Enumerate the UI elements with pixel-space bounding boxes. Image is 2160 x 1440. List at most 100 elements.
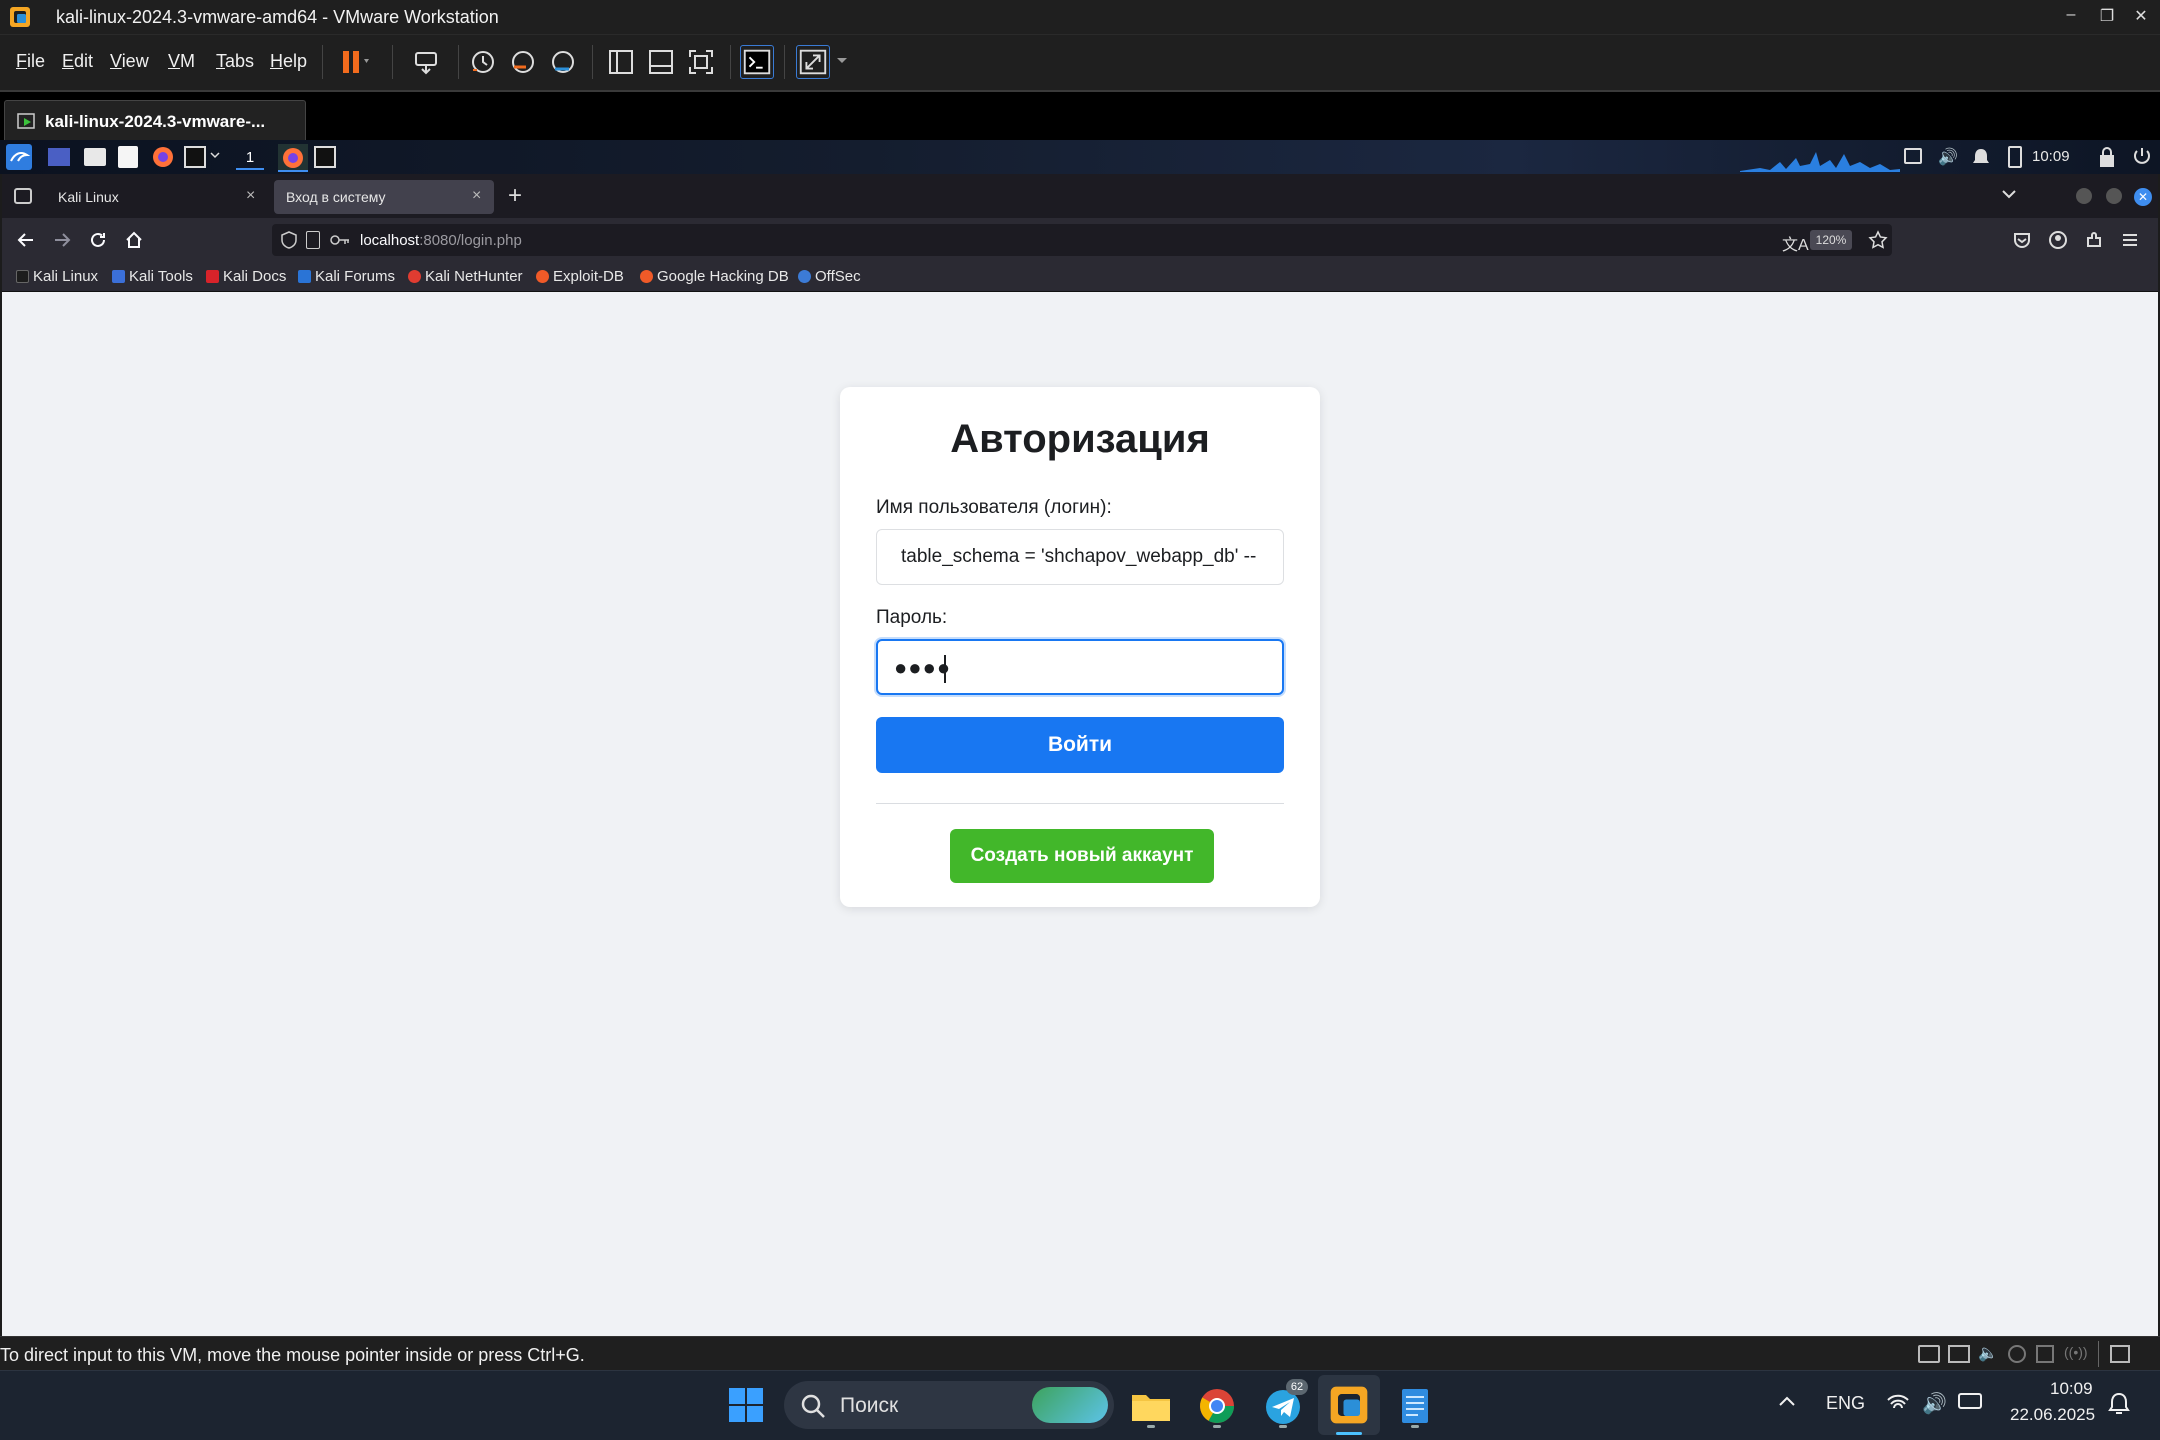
vmware-taskbar-active[interactable] bbox=[1318, 1375, 1380, 1435]
network-adapter-icon[interactable] bbox=[1948, 1345, 1970, 1363]
console-view-icon[interactable] bbox=[740, 45, 774, 79]
cd-dvd-icon[interactable] bbox=[2008, 1345, 2026, 1363]
account-icon[interactable] bbox=[2048, 230, 2068, 250]
maximize-window-button[interactable] bbox=[2106, 188, 2122, 204]
show-library-icon[interactable] bbox=[604, 45, 638, 79]
hard-disk-icon[interactable] bbox=[1918, 1345, 1940, 1363]
chrome-icon[interactable] bbox=[1192, 1381, 1242, 1431]
lock-icon[interactable] bbox=[2098, 146, 2116, 168]
taskbar-time[interactable]: 10:09 bbox=[2050, 1379, 2093, 1399]
menu-file[interactable]: File bbox=[16, 51, 45, 72]
show-hidden-icons-chevron-icon[interactable] bbox=[1778, 1395, 1796, 1407]
notepad-icon[interactable] bbox=[1390, 1381, 1440, 1431]
translate-icon[interactable]: 文A bbox=[1782, 231, 1809, 255]
menu-tabs[interactable]: Tabs bbox=[216, 51, 254, 72]
hamburger-menu-icon[interactable] bbox=[2120, 230, 2140, 250]
taskbar-date[interactable]: 22.06.2025 bbox=[2010, 1405, 2095, 1425]
bookmark-kali-tools[interactable]: Kali Tools bbox=[112, 268, 193, 285]
revert-snapshot-icon[interactable] bbox=[506, 45, 540, 79]
show-desktop-icon[interactable] bbox=[48, 148, 70, 166]
file-manager-icon[interactable] bbox=[84, 148, 106, 166]
back-arrow-icon[interactable] bbox=[16, 230, 36, 250]
kali-menu-icon[interactable] bbox=[6, 144, 32, 170]
display-icon[interactable] bbox=[1904, 148, 1922, 164]
wireless-icon[interactable]: ((•)) bbox=[2064, 1344, 2088, 1360]
tab-list-icon[interactable] bbox=[14, 188, 32, 204]
pause-icon[interactable] bbox=[336, 45, 370, 79]
menu-view[interactable]: View bbox=[110, 51, 149, 72]
restore-button[interactable]: ❐ bbox=[2096, 6, 2118, 28]
chevron-down-icon[interactable] bbox=[210, 152, 220, 160]
tab-kali-linux[interactable]: Kali Linux × bbox=[46, 180, 268, 214]
password-input[interactable]: ●●●● bbox=[876, 639, 1284, 695]
workspace-switcher[interactable]: 1 bbox=[236, 146, 264, 170]
stretch-guest-icon[interactable] bbox=[796, 45, 830, 79]
thumbnail-bar-icon[interactable] bbox=[644, 45, 678, 79]
create-account-button[interactable]: Создать новый аккаунт bbox=[950, 829, 1214, 883]
bookmark-kali-docs[interactable]: Kali Docs bbox=[206, 268, 286, 285]
taskbar-terminal-window[interactable] bbox=[314, 146, 336, 168]
bookmark-star-icon[interactable] bbox=[1868, 230, 1888, 250]
battery-charging-icon[interactable] bbox=[1958, 1393, 1982, 1409]
extensions-icon[interactable] bbox=[2084, 230, 2104, 250]
tab-login[interactable]: Вход в систему × bbox=[274, 180, 494, 214]
printer-icon[interactable] bbox=[2036, 1345, 2054, 1363]
snapshot-icon[interactable] bbox=[466, 45, 500, 79]
close-tab-icon[interactable]: × bbox=[246, 187, 255, 205]
full-screen-icon[interactable] bbox=[684, 45, 718, 79]
username-input[interactable]: table_schema = 'shchapov_webapp_db' -- bbox=[876, 529, 1284, 585]
menu-vm[interactable]: VM bbox=[168, 51, 195, 72]
battery-icon[interactable] bbox=[2008, 146, 2022, 168]
bookmark-kali-nethunter[interactable]: Kali NetHunter bbox=[408, 268, 523, 285]
new-tab-button[interactable]: + bbox=[508, 182, 522, 210]
taskbar-search[interactable]: Поиск bbox=[784, 1381, 1114, 1429]
chevron-down-icon[interactable] bbox=[836, 57, 848, 65]
file-explorer-icon[interactable] bbox=[1126, 1381, 1176, 1431]
list-all-tabs-chevron-icon[interactable] bbox=[2002, 190, 2016, 200]
minimize-button[interactable]: – bbox=[2060, 6, 2082, 28]
vmware-logo-icon bbox=[8, 5, 32, 29]
close-window-button[interactable]: ✕ bbox=[2130, 6, 2152, 28]
key-icon[interactable] bbox=[330, 233, 350, 247]
message-log-icon[interactable] bbox=[2110, 1345, 2130, 1363]
pocket-icon[interactable] bbox=[2012, 230, 2032, 250]
windows-start-icon[interactable] bbox=[728, 1387, 764, 1423]
tracking-protection-shield-icon[interactable] bbox=[280, 231, 298, 249]
close-browser-button[interactable]: ✕ bbox=[2134, 188, 2152, 206]
power-icon[interactable] bbox=[2132, 146, 2152, 166]
vm-tab-kali[interactable]: kali-linux-2024.3-vmware-... bbox=[4, 100, 306, 142]
bookmark-kali-forums[interactable]: Kali Forums bbox=[298, 268, 395, 285]
notification-center-icon[interactable] bbox=[2108, 1391, 2130, 1417]
menu-edit[interactable]: Edit bbox=[62, 51, 93, 72]
home-icon[interactable] bbox=[124, 230, 144, 250]
url-bar[interactable]: localhost:8080/login.php 文A 120% bbox=[272, 224, 1892, 256]
bookmark-offsec[interactable]: OffSec bbox=[798, 268, 861, 285]
panel-clock[interactable]: 10:09 bbox=[2032, 148, 2070, 165]
forward-arrow-icon[interactable] bbox=[52, 230, 72, 250]
snapshot-manager-icon[interactable] bbox=[546, 45, 580, 79]
reload-icon[interactable] bbox=[88, 230, 108, 250]
bookmark-kali-linux[interactable]: Kali Linux bbox=[16, 268, 98, 285]
bookmarks-toolbar: Kali Linux Kali Tools Kali Docs Kali For… bbox=[2, 262, 2158, 292]
wifi-icon[interactable] bbox=[1886, 1393, 1910, 1413]
taskbar-firefox-window[interactable] bbox=[278, 144, 308, 172]
zoom-level-badge[interactable]: 120% bbox=[1810, 230, 1852, 250]
terminal-icon[interactable] bbox=[184, 146, 206, 168]
input-language[interactable]: ENG bbox=[1826, 1393, 1865, 1414]
close-tab-icon[interactable]: × bbox=[472, 187, 481, 205]
text-editor-icon[interactable] bbox=[118, 146, 138, 168]
login-button[interactable]: Войти bbox=[876, 717, 1284, 773]
speaker-icon[interactable]: 🔊 bbox=[1922, 1391, 1947, 1416]
bookmark-label: Google Hacking DB bbox=[657, 268, 789, 285]
bookmark-google-hacking-db[interactable]: Google Hacking DB bbox=[640, 268, 789, 285]
vmware-status-bar: To direct input to this VM, move the mou… bbox=[0, 1336, 2160, 1370]
volume-icon[interactable]: 🔊 bbox=[1938, 147, 1958, 167]
send-ctrl-alt-del-icon[interactable] bbox=[410, 45, 444, 79]
page-info-icon[interactable] bbox=[306, 231, 320, 249]
menu-help[interactable]: Help bbox=[270, 51, 307, 72]
notification-bell-icon[interactable] bbox=[1972, 147, 1990, 167]
sound-card-icon[interactable]: 🔈 bbox=[1978, 1343, 1998, 1363]
bookmark-exploit-db[interactable]: Exploit-DB bbox=[536, 268, 624, 285]
firefox-icon[interactable] bbox=[152, 146, 174, 168]
minimize-window-button[interactable] bbox=[2076, 188, 2092, 204]
